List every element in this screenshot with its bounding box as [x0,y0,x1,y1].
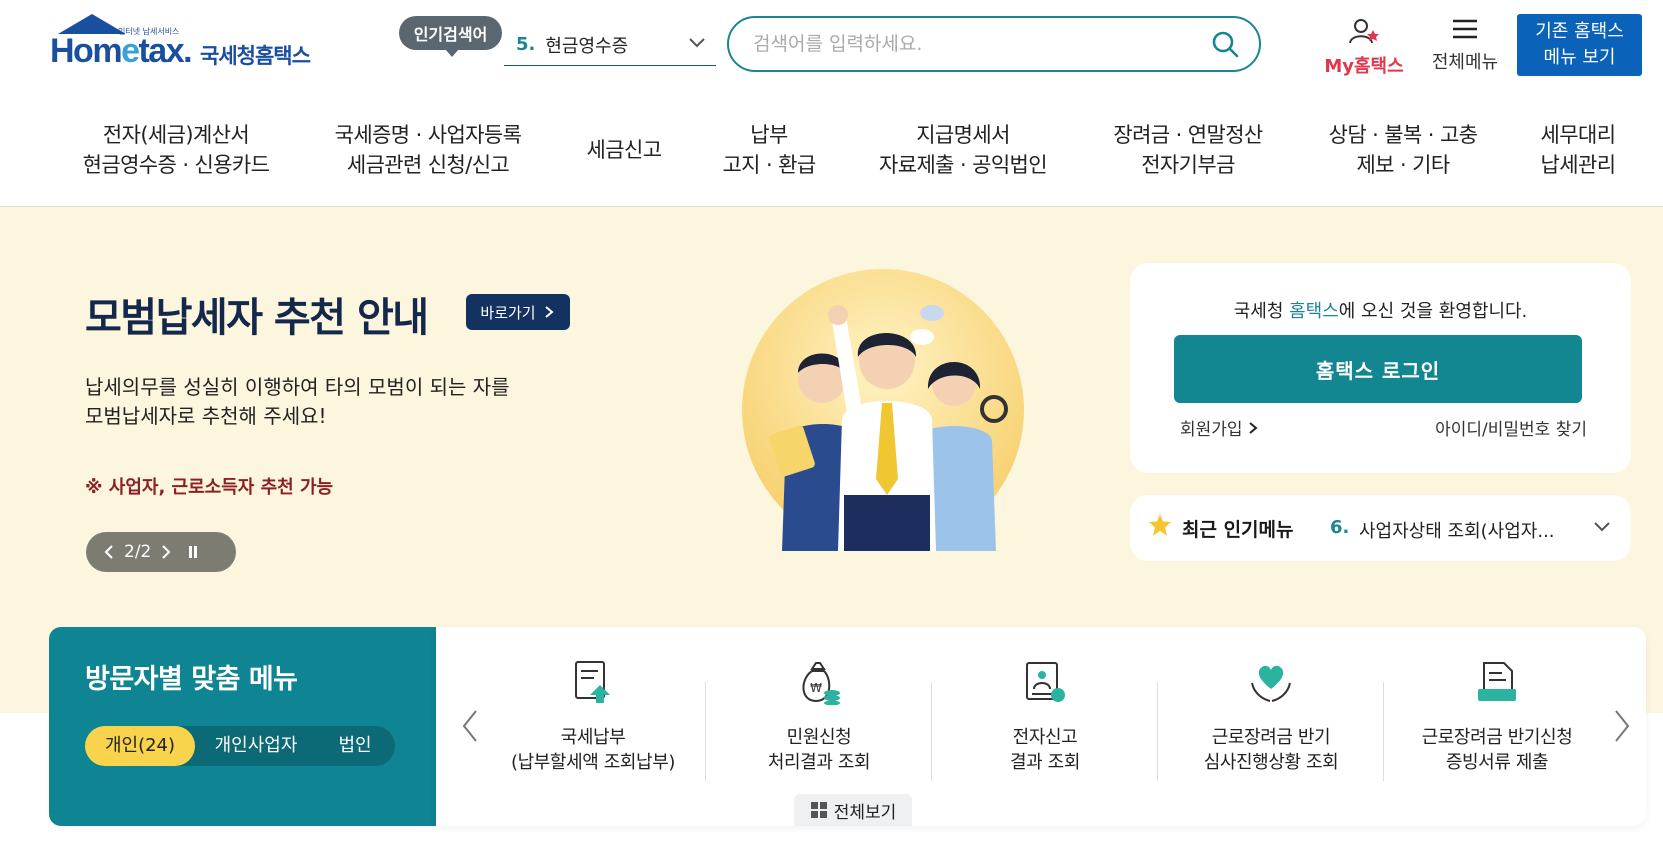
recent-menu-rank: 6. [1330,517,1350,538]
logo-roof-icon [58,14,126,34]
gnb-item-payment-statements[interactable]: 지급명세서 자료제출 · 공익법인 [879,120,1048,180]
chevron-left-icon[interactable] [102,544,116,560]
recent-popular-menu[interactable]: 최근 인기메뉴 6. 사업자상태 조회(사업자... [1130,495,1631,561]
popular-term: 현금영수증 [545,35,629,57]
all-menu-button[interactable]: 전체메뉴 [1420,18,1510,73]
heart-hands-icon [1251,665,1291,702]
hero-title: 모범납세자 추천 안내 [85,295,429,341]
visitor-menu-panel: 방문자별 맞춤 메뉴 개인(24) 개인사업자 법인 [49,627,436,826]
view-all-label: 전체보기 [833,802,897,823]
chevron-down-icon [688,34,706,53]
search-box [727,16,1261,72]
gnb-item-payment[interactable]: 납부 고지 · 환급 [722,120,816,180]
menu-item-incentive-documents[interactable]: 근로장려금 반기신청 증빙서류 제출 [1384,659,1610,779]
recent-menu-value: 사업자상태 조회(사업자... [1359,521,1555,542]
gnb-item-e-invoice[interactable]: 전자(세금)계산서 현금영수증 · 신용카드 [83,120,270,180]
hero-pager: 2/2 [86,532,236,572]
document-folder-icon [1478,662,1516,701]
view-all-button[interactable]: 전체보기 [794,794,912,826]
tab-corporation[interactable]: 법인 [317,726,393,766]
menu-item-e-filing[interactable]: 전자신고 결과 조회 [932,659,1158,779]
logo-wordmark: Hometax. [50,32,193,70]
welcome-text: 국세청 홈택스에 오신 것을 환영합니다. [1233,301,1528,322]
visitor-tabs: 개인(24) 개인사업자 법인 [85,726,395,766]
popular-search-select[interactable]: 5. 현금영수증 [504,24,716,66]
tax-payment-icon [575,661,610,703]
hero-shortcut-label: 바로가기 [480,303,536,322]
svg-text:₩: ₩ [810,681,822,695]
legacy-menu-button[interactable]: 기존 홈택스 메뉴 보기 [1517,14,1642,76]
grid-icon [810,802,827,818]
gnb-item-tax-agent[interactable]: 세무대리 납세관리 [1541,120,1616,180]
tab-sole-proprietor[interactable]: 개인사업자 [197,726,315,766]
money-bag-icon: ₩ [802,662,840,705]
hamburger-menu-icon [1453,19,1477,39]
global-navigation: 전자(세금)계산서 현금영수증 · 신용카드 국세증명 · 사업자등록 세금관련 신… [0,95,1663,207]
login-card: 국세청 홈택스에 오신 것을 환영합니다. 홈택스 로그인 회원가입 아이디/비… [1130,263,1631,473]
exemplary-taxpayer-illustration [742,269,1024,551]
chevron-left-icon[interactable] [460,709,480,743]
pause-icon[interactable] [187,544,199,560]
tab-individual[interactable]: 개인(24) [85,726,195,766]
search-input[interactable] [753,33,1193,55]
visitor-menu-items: 국세납부 (납부할세액 조회납부) ₩ 민원신청 처리결과 조회 전자신고 결과 조회… [436,627,1646,826]
logo-korean-name: 국세청홈택스 [200,44,311,68]
hero-shortcut-button[interactable]: 바로가기 [466,294,570,330]
hometax-logo[interactable]: 인터넷 납세서비스 Hometax. 국세청홈택스 [50,14,320,74]
popular-rank: 5. [516,34,536,55]
signup-link[interactable]: 회원가입 [1180,415,1258,440]
my-hometax-label: My홈택스 [1324,56,1404,77]
visitor-menu-title: 방문자별 맞춤 메뉴 [85,664,298,695]
star-icon [1149,514,1171,536]
all-menu-label: 전체메뉴 [1431,52,1499,73]
gnb-item-tax-filing[interactable]: 세금신고 [587,135,662,165]
gnb-item-consultation[interactable]: 상담 · 불복 · 고충 제보 · 기타 [1329,120,1478,180]
search-icon[interactable] [1211,30,1239,58]
find-account-link[interactable]: 아이디/비밀번호 찾기 [1435,415,1587,440]
menu-item-tax-payment[interactable]: 국세납부 (납부할세액 조회납부) [480,659,706,779]
pager-count: 2/2 [124,542,152,562]
chevron-right-icon[interactable] [1612,709,1632,743]
chevron-down-icon [1593,518,1611,537]
legacy-menu-line1: 기존 홈택스 [1535,21,1624,42]
menu-item-incentive-status[interactable]: 근로장려금 반기 심사진행상황 조회 [1158,659,1384,779]
hero-description: 납세의무를 성실히 이행하여 타의 모범이 되는 자를 모범납세자로 추천해 주… [85,375,510,428]
chevron-right-icon [544,306,554,318]
gnb-item-incentives[interactable]: 장려금 · 연말정산 전자기부금 [1113,120,1263,180]
chevron-right-icon [1249,422,1258,434]
gnb-item-certificates[interactable]: 국세증명 · 사업자등록 세금관련 신청/신고 [335,120,522,180]
certificate-icon [1026,662,1065,702]
my-hometax-button[interactable]: My홈택스 [1314,18,1414,77]
login-button[interactable]: 홈택스 로그인 [1174,335,1582,403]
user-icon [1349,19,1379,44]
hero-note: ※ 사업자, 근로소득자 추천 가능 [85,477,334,498]
recent-menu-title: 최근 인기메뉴 [1182,519,1294,541]
popular-search-badge: 인기검색어 [399,16,502,57]
chevron-right-icon[interactable] [159,544,173,560]
legacy-menu-line2: 메뉴 보기 [1543,47,1616,68]
menu-item-civil-petition[interactable]: ₩ 민원신청 처리결과 조회 [706,659,932,779]
